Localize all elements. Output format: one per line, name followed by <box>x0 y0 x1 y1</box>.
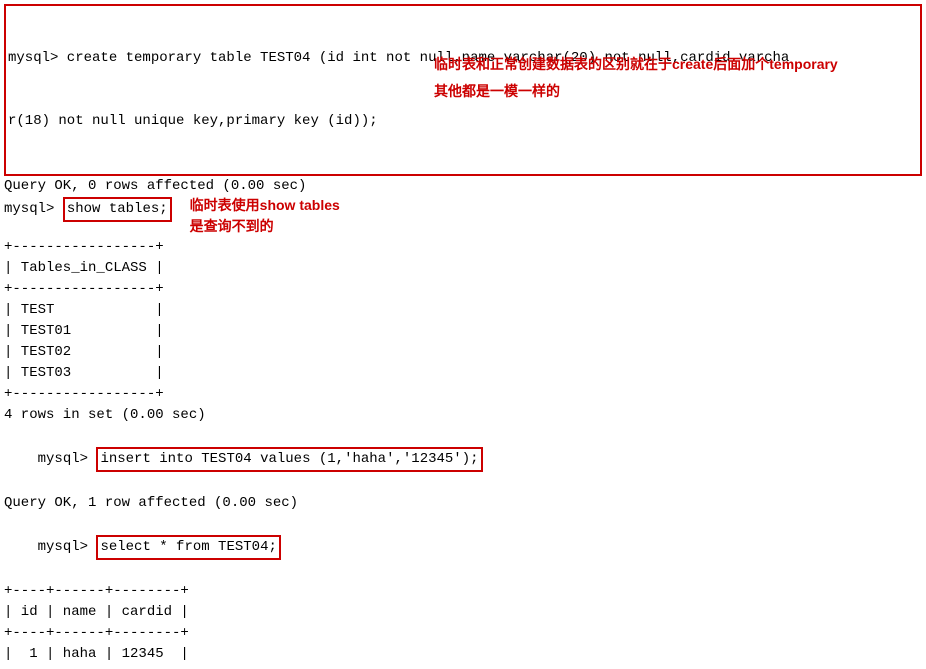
prompt-2: mysql> <box>38 451 88 467</box>
create-line-2: r(18) not null unique key,primary key (i… <box>8 111 918 132</box>
table-row: | TEST03 | <box>4 363 926 384</box>
annotation-show-tables: 临时表使用show tables是查询不到的 <box>190 195 350 237</box>
result-header: | id | name | cardid | <box>4 602 926 623</box>
query-ok-0: Query OK, 0 rows affected (0.00 sec) <box>4 176 926 197</box>
query-ok-1: Query OK, 1 row affected (0.00 sec) <box>4 493 926 514</box>
prompt-3: mysql> <box>38 539 88 555</box>
table-row: | TEST | <box>4 300 926 321</box>
table-row: | TEST01 | <box>4 321 926 342</box>
insert-statement-box: insert into TEST04 values (1,'haha','123… <box>96 447 482 472</box>
annotation-temporary-diff: 临时表和正常创建数据表的区别就在于create后面加个temporary 其他都… <box>434 54 894 102</box>
tbl-border-top: +-----------------+ <box>4 237 926 258</box>
terminal-output: mysql> create temporary table TEST04 (id… <box>4 4 926 665</box>
result-border-mid: +----+------+--------+ <box>4 623 926 644</box>
prompt-1: mysql> <box>4 201 54 217</box>
select-statement-box: select * from TEST04; <box>96 535 280 560</box>
show-tables-box: show tables; <box>63 197 172 222</box>
result-border-top: +----+------+--------+ <box>4 581 926 602</box>
rows-in-set: 4 rows in set (0.00 sec) <box>4 405 926 426</box>
table-row: | TEST02 | <box>4 342 926 363</box>
annotation-right-line2: 其他都是一模一样的 <box>434 81 894 102</box>
tbl-border-bot: +-----------------+ <box>4 384 926 405</box>
result-row: | 1 | haha | 12345 | <box>4 644 926 665</box>
tbl-header: | Tables_in_CLASS | <box>4 258 926 279</box>
annotation-right-line1: 临时表和正常创建数据表的区别就在于create后面加个temporary <box>434 54 894 75</box>
tbl-border-mid: +-----------------+ <box>4 279 926 300</box>
